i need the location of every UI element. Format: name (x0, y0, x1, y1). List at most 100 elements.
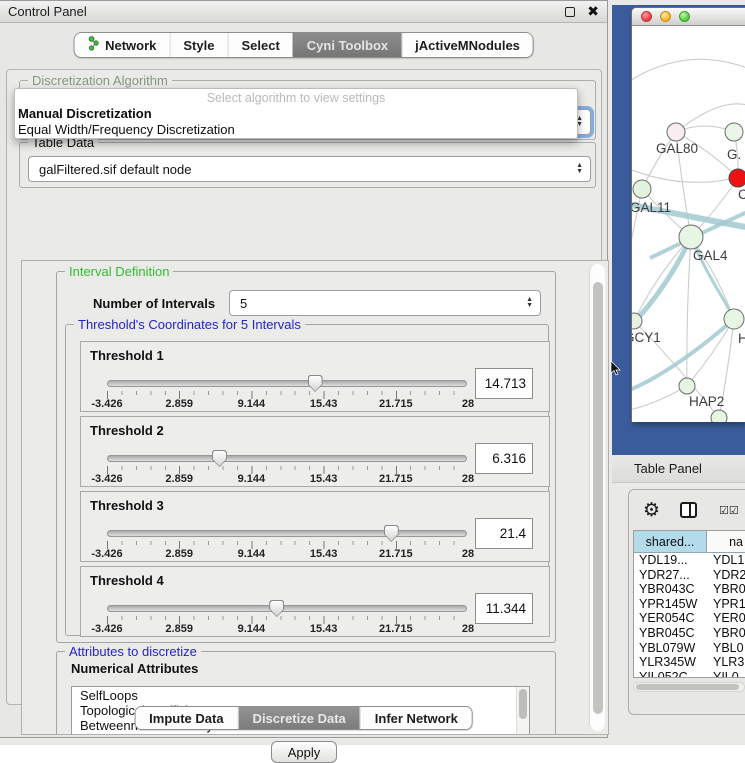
tab-infer-network[interactable]: Infer Network (360, 707, 472, 729)
threshold-slider[interactable] (107, 455, 467, 462)
tick-label: 2.859 (165, 548, 193, 560)
network-node-red-node[interactable] (729, 169, 745, 187)
minimize-traffic-icon[interactable] (660, 11, 671, 22)
tick-label: 21.715 (379, 548, 413, 560)
table-row[interactable]: YLR345WYLR3 (634, 655, 745, 670)
threshold-slider[interactable] (107, 530, 467, 537)
network-node-node-top-right[interactable] (725, 123, 743, 141)
network-node-label[interactable]: GAL11 (632, 200, 671, 215)
threshold-title: Threshold 2 (90, 423, 164, 438)
table-data-selected: galFiltered.sif default node (39, 162, 191, 177)
threshold-value-field[interactable]: 21.4 (475, 518, 533, 549)
float-window-icon[interactable] (565, 7, 575, 17)
number-of-intervals-label: Number of Intervals (93, 296, 215, 311)
tab-label: Style (183, 38, 214, 53)
table-row[interactable]: YBR045CYBR0 (634, 626, 745, 641)
table-row[interactable]: YDR27...YDR2 (634, 568, 745, 583)
threshold-box: Threshold 3-3.4262.8599.14415.4321.71528… (80, 491, 550, 562)
interval-definition-label: Interval Definition (65, 264, 173, 279)
table-rows: YDL19...YDL1YDR27...YDR2YBR043CYBR0YPR14… (634, 553, 745, 678)
slider-thumb[interactable] (269, 600, 284, 617)
slider-tick-labels: -3.4262.8599.14415.4321.71528 (107, 548, 468, 560)
tab-select[interactable]: Select (227, 33, 292, 57)
network-node-HAP2[interactable] (679, 378, 695, 394)
columns-icon[interactable] (680, 502, 697, 518)
number-of-intervals-combobox[interactable]: 5 ▲▼ (229, 290, 541, 316)
tab-cyni-toolbox[interactable]: Cyni Toolbox (293, 33, 401, 57)
settings-scroll-panel: Interval Definition Number of Intervals … (21, 260, 609, 735)
combo-arrows-icon: ▲▼ (526, 297, 533, 309)
mouse-cursor (610, 361, 621, 382)
apply-button[interactable]: Apply (271, 741, 337, 763)
tab-impute-data[interactable]: Impute Data (135, 707, 237, 729)
tick-label: 21.715 (379, 398, 413, 410)
column-header-name[interactable]: na (707, 531, 745, 552)
threshold-value-field[interactable]: 11.344 (475, 593, 533, 624)
column-header-shared[interactable]: shared... (634, 531, 707, 552)
network-window-titlebar (632, 8, 745, 26)
network-node-H-node[interactable] (724, 309, 744, 329)
number-of-intervals-value: 5 (240, 296, 247, 311)
slider-thumb[interactable] (212, 450, 227, 467)
cell-name: YBR0 (707, 582, 745, 597)
network-node-label[interactable]: HAP2 (689, 394, 724, 409)
zoom-traffic-icon[interactable] (679, 11, 690, 22)
table-row[interactable]: YIL052CYIL0 (634, 670, 745, 678)
table-horizontal-scrollbar[interactable] (633, 682, 745, 692)
table-row[interactable]: YBR043CYBR0 (634, 582, 745, 597)
network-node-GAL80[interactable] (667, 123, 685, 141)
tick-label: -3.426 (91, 398, 122, 410)
table-row[interactable]: YPR145WYPR1 (634, 597, 745, 612)
network-node-GAL4[interactable] (679, 225, 703, 249)
attribute-item[interactable]: SelfLoops (72, 687, 529, 702)
slider-thumb[interactable] (308, 375, 323, 392)
algorithm-popup: Select algorithm to view settings Manual… (14, 88, 578, 139)
tab-label: Select (241, 38, 279, 53)
tick-label: 2.859 (165, 623, 193, 635)
cell-shared-name: YIL052C (634, 670, 707, 678)
checkbox-icons[interactable]: ☑☑ (719, 504, 739, 517)
table-hscroll-thumb[interactable] (636, 684, 739, 690)
network-node-label[interactable]: GAL80 (656, 141, 698, 156)
tick-label: -3.426 (91, 623, 122, 635)
table-row[interactable]: YER054CYER0 (634, 611, 745, 626)
table-row[interactable]: YBL079WYBL0 (634, 641, 745, 656)
algorithm-option[interactable]: Manual Discretization (15, 105, 577, 121)
network-node-label[interactable]: C (738, 187, 745, 202)
algorithm-option[interactable]: Equal Width/Frequency Discretization (15, 121, 577, 137)
threshold-slider[interactable] (107, 380, 467, 387)
network-node-label[interactable]: GAL4 (693, 248, 728, 263)
network-node-label[interactable]: G. (727, 147, 741, 162)
tab-discretize-data[interactable]: Discretize Data (238, 707, 360, 729)
attributes-scrollbar[interactable] (516, 687, 529, 735)
tab-style[interactable]: Style (169, 33, 227, 57)
table-data-combobox[interactable]: galFiltered.sif default node ▲▼ (28, 156, 591, 182)
network-node-node-bottom[interactable] (711, 410, 727, 422)
control-panel-window: Control Panel ✖ NetworkStyleSelectCyni T… (0, 0, 608, 738)
gear-icon[interactable]: ⚙ (643, 499, 660, 522)
threshold-box: Threshold 2-3.4262.8599.14415.4321.71528… (80, 416, 550, 487)
tab-network[interactable]: Network (74, 33, 169, 57)
close-icon[interactable]: ✖ (587, 3, 599, 20)
top-tabbar: Network Style Select Cyni Toolbox jActiveMNo… (73, 32, 534, 58)
slider-thumb[interactable] (384, 525, 399, 542)
cell-name: YER0 (707, 611, 745, 626)
network-node-label[interactable]: H (738, 331, 745, 346)
attributes-scrollbar-thumb[interactable] (519, 689, 527, 719)
node-table[interactable]: shared... na YDL19...YDL1YDR27...YDR2YBR… (633, 530, 745, 678)
threshold-slider[interactable] (107, 605, 467, 612)
settings-scrollbar-thumb[interactable] (593, 282, 603, 714)
slider-tick-labels: -3.4262.8599.14415.4321.71528 (107, 623, 468, 635)
settings-vertical-scrollbar[interactable] (589, 264, 605, 731)
tab-jactivemnodules[interactable]: jActiveMNodules (401, 33, 533, 57)
network-canvas[interactable]: GAL80 G. C GAL11 GAL4 GCY1 H HAP2 (632, 26, 745, 422)
interval-definition-group: Interval Definition Number of Intervals … (56, 271, 556, 643)
threshold-value-field[interactable]: 14.713 (475, 368, 533, 399)
threshold-value-field[interactable]: 6.316 (475, 443, 533, 474)
close-traffic-icon[interactable] (641, 11, 652, 22)
network-node-GAL11[interactable] (633, 180, 651, 198)
cell-name: YBR0 (707, 626, 745, 641)
network-node-label[interactable]: GCY1 (632, 330, 661, 345)
tab-label: Cyni Toolbox (307, 38, 388, 53)
table-row[interactable]: YDL19...YDL1 (634, 553, 745, 568)
